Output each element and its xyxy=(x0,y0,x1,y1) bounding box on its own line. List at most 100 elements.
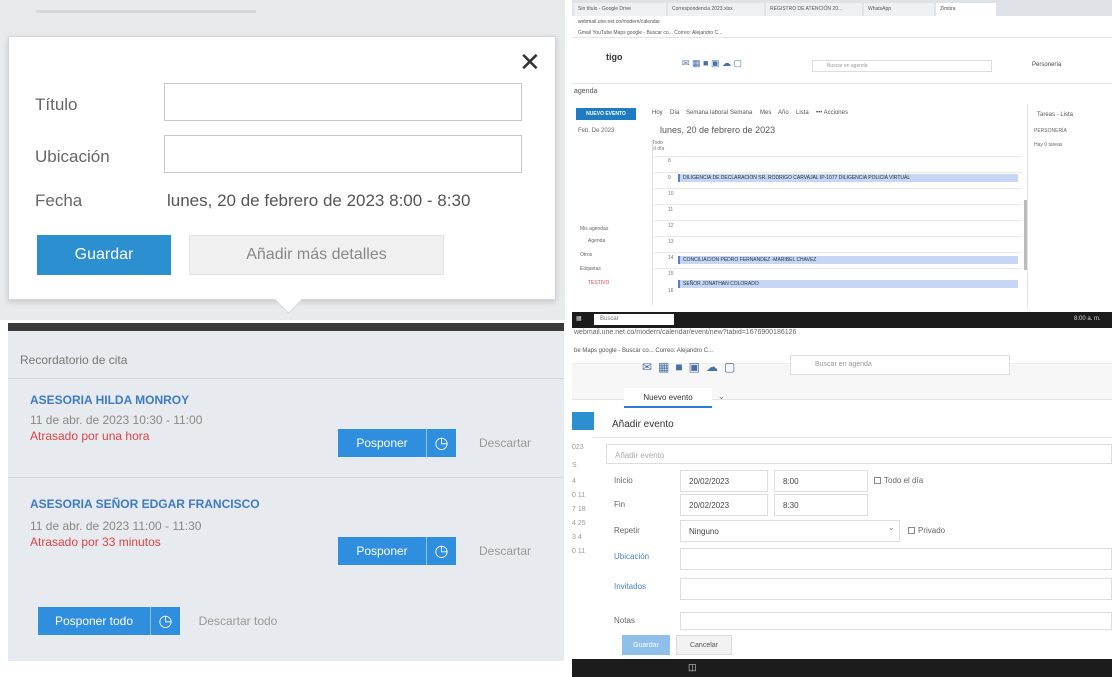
sidebar-tag-testivo[interactable]: TESTIVO xyxy=(588,280,609,286)
hour-line xyxy=(652,204,1022,205)
hour-line xyxy=(652,156,1022,157)
windows-icon[interactable]: ▦ xyxy=(576,315,582,322)
notes-label: Notas xyxy=(614,616,635,625)
view-list[interactable]: Lista xyxy=(796,110,809,116)
end-label: Fin xyxy=(614,500,626,509)
windows-taskbar-bottom xyxy=(572,659,1112,677)
divider xyxy=(8,477,564,478)
sidebar-others[interactable]: Otros xyxy=(580,252,592,258)
tasks-panel xyxy=(1027,104,1112,310)
agenda-selector[interactable]: agenda xyxy=(574,88,597,95)
hour-line xyxy=(652,252,1022,253)
tasks-title: Tareas - Lista xyxy=(1037,112,1074,118)
hour-label: 16 xyxy=(668,288,674,294)
snooze-button[interactable]: Posponer xyxy=(338,429,426,457)
chevron-down-icon[interactable]: ⌄ xyxy=(888,523,895,532)
calendar-browser: Sin título - Google Drive Correspondenci… xyxy=(572,0,1112,310)
mini-calendar-fragment: 7 18 xyxy=(572,506,586,513)
repeat-select[interactable]: Ninguno xyxy=(680,520,900,542)
address-bar[interactable]: webmail.une.net.co/modern/calendar/event… xyxy=(572,328,1112,340)
view-week[interactable]: Semana xyxy=(730,110,752,116)
clock-icon[interactable]: ◷ xyxy=(150,607,180,635)
clock-icon[interactable]: ◷ xyxy=(426,537,456,565)
dismiss-button[interactable]: Descartar xyxy=(460,429,550,457)
date-value: lunes, 20 de febrero de 2023 8:00 - 8:30 xyxy=(167,191,471,210)
hour-label: 14 xyxy=(668,255,674,261)
reminder-title: Recordatorio de cita xyxy=(20,353,128,367)
notes-input[interactable] xyxy=(680,612,1112,630)
private-label: Privado xyxy=(918,526,946,535)
mini-calendar-fragment: S xyxy=(572,462,577,469)
start-date-input[interactable]: 20/02/2023 xyxy=(680,470,768,492)
location-input[interactable] xyxy=(164,135,522,173)
start-label: Inicio xyxy=(614,476,633,485)
view-workweek[interactable]: Semana laboral xyxy=(686,110,728,116)
mini-calendar-fragment: 0 11 xyxy=(572,548,586,555)
task-count: Hay 0 tareas xyxy=(1034,142,1063,148)
guests-input[interactable] xyxy=(680,578,1112,600)
hour-line xyxy=(652,172,1022,173)
app-switcher-icons[interactable]: ✉▦■▣☁▢ xyxy=(642,360,741,374)
dismiss-button[interactable]: Descartar xyxy=(460,537,550,565)
calendar-event[interactable]: SEÑOR JONATHAN COLORADO xyxy=(678,280,1018,288)
chevron-down-icon[interactable]: ⌄ xyxy=(718,392,725,401)
title-input[interactable] xyxy=(164,83,522,121)
snooze-all-button[interactable]: Posponer todo xyxy=(38,607,150,635)
guests-label: Invitados xyxy=(614,582,647,591)
view-year[interactable]: Año xyxy=(778,110,789,116)
mini-calendar-fragment: 4 25 xyxy=(572,520,586,527)
save-button[interactable]: Guardar xyxy=(37,235,171,275)
mini-calendar-fragment: 0 11 xyxy=(572,492,586,499)
location-label: Ubicación xyxy=(35,147,110,166)
address-bar[interactable]: webmail.une.net.co/modern/calendar xyxy=(572,16,1112,28)
quick-add-popup: ✕ Título Ubicación Fecha lunes, 20 de fe… xyxy=(8,36,556,300)
new-event-button[interactable] xyxy=(572,412,594,430)
sidebar-agenda[interactable]: Agenda xyxy=(588,238,605,244)
location-input[interactable] xyxy=(680,548,1112,570)
private-checkbox[interactable]: Privado xyxy=(908,526,945,535)
app-switcher-icons[interactable]: ✉ ▦ ■ ▣ ☁ ▢ xyxy=(682,58,742,69)
browser-tab-active[interactable]: Zimbra xyxy=(936,3,996,16)
cancel-button[interactable]: Cancelar xyxy=(676,635,732,655)
start-time-input[interactable]: 8:00 xyxy=(774,470,868,492)
tigo-logo: tigo xyxy=(606,52,623,62)
all-day-checkbox[interactable]: Todo el día xyxy=(874,476,923,485)
browser-tab[interactable]: WhatsApp xyxy=(864,3,934,16)
hour-label: 9 xyxy=(668,175,671,181)
title-input[interactable]: Añadir evento xyxy=(606,444,1112,464)
calendar-event[interactable]: DILIGENCIA DE DECLARACION SR. RODRIGO CA… xyxy=(678,174,1018,182)
new-event-button[interactable]: NUEVO EVENTO xyxy=(576,108,636,120)
calendar-event[interactable]: CONCILIACION PEDRO FERNANDEZ -MARIBEL CH… xyxy=(678,256,1018,264)
view-today[interactable]: Hoy xyxy=(652,110,663,116)
task-view-icon[interactable]: ◫ xyxy=(688,662,697,673)
search-input[interactable]: Buscar en agenda xyxy=(790,355,1010,375)
reminder-item-title: ASESORIA SEÑOR EDGAR FRANCISCO xyxy=(30,497,260,511)
taskbar-clock: 8:00 a. m. xyxy=(1074,316,1101,322)
dismiss-all-button[interactable]: Descartar todo xyxy=(188,607,288,635)
date-label: Fecha xyxy=(35,191,83,210)
reminder-item-late: Atrasado por una hora xyxy=(30,429,150,443)
taskbar-search[interactable]: Buscar xyxy=(594,314,674,325)
save-button[interactable]: Guardar xyxy=(622,635,670,655)
task-group[interactable]: PERSONERÍA xyxy=(1034,128,1067,134)
view-month[interactable]: Mes xyxy=(760,110,771,116)
end-time-input[interactable]: 8:30 xyxy=(774,494,868,516)
more-details-button[interactable]: Añadir más detalles xyxy=(189,235,444,275)
end-date-input[interactable]: 20/02/2023 xyxy=(680,494,768,516)
browser-tab[interactable]: Sin título - Google Drive xyxy=(574,3,666,16)
snooze-button[interactable]: Posponer xyxy=(338,537,426,565)
close-icon[interactable]: ✕ xyxy=(519,47,541,78)
browser-tab[interactable]: REGISTRO DE ATENCIÓN 20... xyxy=(766,3,862,16)
view-day[interactable]: Día xyxy=(670,110,679,116)
mini-calendar-fragment: 3 4 xyxy=(572,534,582,541)
tab-new-event[interactable]: Nuevo evento xyxy=(624,388,712,408)
search-input[interactable]: Buscar en agenda xyxy=(812,60,992,72)
clock-icon[interactable]: ◷ xyxy=(426,429,456,457)
sidebar-my-agendas[interactable]: Mis agendas xyxy=(580,226,608,232)
actions-menu[interactable]: ••• Acciones xyxy=(816,110,848,116)
location-label: Ubicación xyxy=(614,552,650,561)
hour-label: 12 xyxy=(668,223,674,229)
user-menu[interactable]: Personería xyxy=(1032,62,1061,68)
browser-tab[interactable]: Correspondencia 2023.xlsx xyxy=(668,3,764,16)
sidebar-tags[interactable]: Etiquetas xyxy=(580,266,601,272)
